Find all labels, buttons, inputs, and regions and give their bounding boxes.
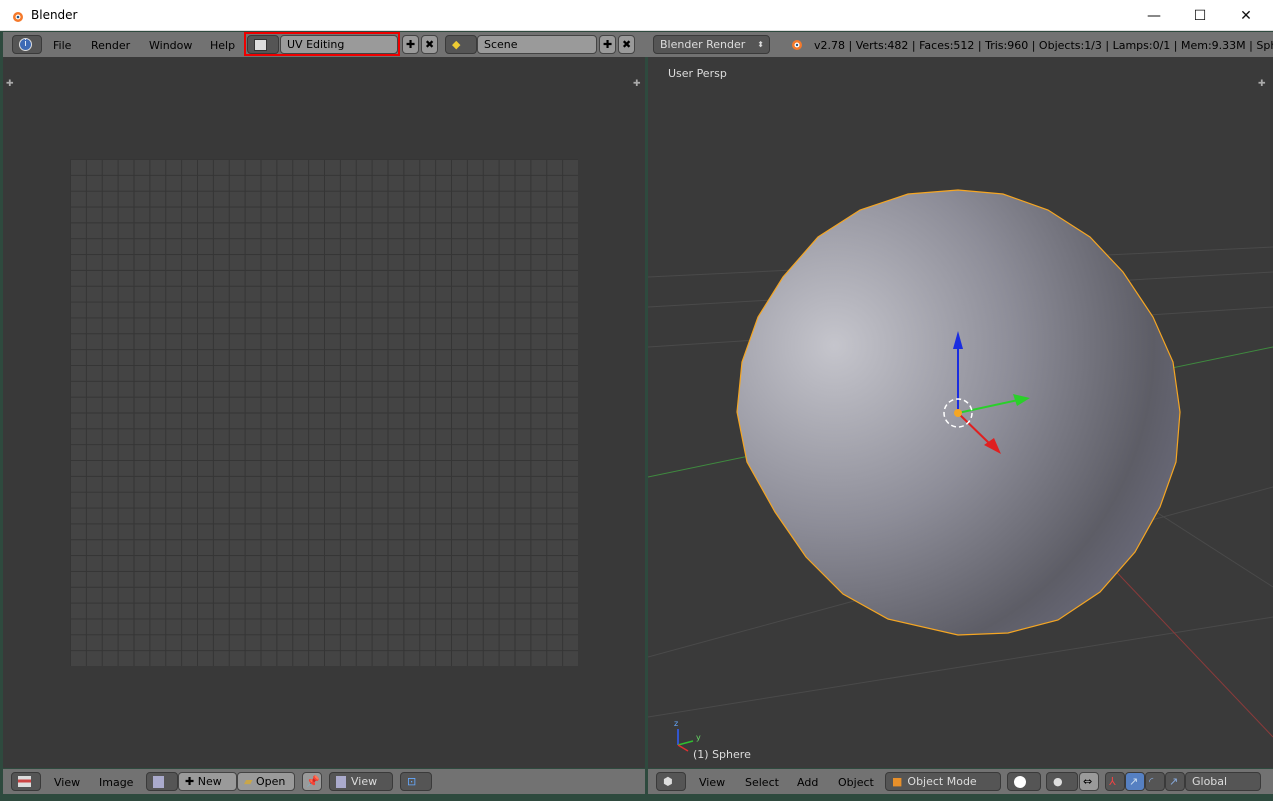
axis-z-label: z [674, 719, 679, 728]
info-icon: i [19, 38, 32, 51]
pivot-dropdown[interactable]: ⊡ [400, 772, 432, 791]
new-image-button[interactable]: ✚ New [178, 772, 237, 791]
rotate-icon: ◜ [1149, 775, 1154, 788]
minimize-button[interactable]: — [1131, 0, 1177, 31]
scale-icon: ↗ [1169, 775, 1179, 788]
pivot-dropdown[interactable]: ● [1046, 772, 1078, 791]
menu-file[interactable]: File [53, 39, 71, 52]
render-engine-label: Blender Render [660, 38, 746, 51]
screen-layout-selector[interactable] [247, 35, 279, 54]
toolbar-expand-icon[interactable]: ✚ [6, 79, 14, 89]
menu-view[interactable]: View [699, 776, 725, 789]
viewport-header: ⬢ View Select Add Object ■ Object Mode ● … [648, 769, 1273, 794]
layout-icon [254, 38, 267, 51]
info-header: i File Render Window Help UV Editing ✚ ✖… [3, 32, 1273, 57]
move-manipulator-button[interactable]: ↗ [1125, 772, 1145, 791]
open-label: Open [255, 775, 286, 788]
scene-statistics: v2.78 | Verts:482 | Faces:512 | Tris:960… [814, 39, 1273, 52]
object-mode-icon: ■ [892, 775, 903, 788]
menu-render[interactable]: Render [91, 39, 130, 52]
delete-scene-button[interactable]: ✖ [618, 35, 635, 54]
axis-y-label: y [696, 733, 701, 742]
3d-viewport[interactable]: z y User Persp (1) Sphere ✚ ✚ [648, 57, 1273, 768]
view-label: User Persp [668, 67, 727, 80]
axes-icon: ⅄ [1109, 775, 1116, 788]
orientation-dropdown[interactable]: Global [1185, 772, 1261, 791]
blender-logo-icon [13, 12, 23, 22]
window-title: Blender [31, 8, 78, 22]
pin-icon: 📌 [306, 775, 320, 788]
image-editor-icon [18, 776, 31, 787]
delete-screen-button[interactable]: ✖ [421, 35, 438, 54]
manipulator-toggle[interactable]: ⇔ [1079, 772, 1099, 791]
menu-object[interactable]: Object [838, 776, 874, 789]
properties-expand-icon[interactable]: ✚ [1258, 79, 1266, 89]
view-mode-label: View [351, 775, 378, 788]
screen-layout-name-field[interactable]: UV Editing [280, 35, 398, 54]
maximize-button[interactable]: ☐ [1177, 0, 1223, 31]
arrow-icon: ↗ [1129, 775, 1139, 788]
menu-view[interactable]: View [54, 776, 80, 789]
uv-image-editor[interactable]: ✚ ✚ [3, 57, 645, 768]
axis-indicator [677, 729, 694, 752]
menu-window[interactable]: Window [149, 39, 192, 52]
rotate-manipulator-button[interactable]: ◜ [1145, 772, 1165, 791]
uv-editor-header: View Image ✚ New ▰ Open 📌 View ⊡ [3, 769, 645, 794]
image-icon [153, 775, 164, 788]
chevron-updown-icon: ⬍ [757, 40, 764, 49]
sidebar-expand-icon[interactable]: ✚ [633, 79, 641, 89]
mode-label: Object Mode [907, 775, 977, 788]
menu-image[interactable]: Image [99, 776, 133, 789]
editor-type-info-button[interactable]: i [12, 35, 42, 54]
menu-select[interactable]: Select [745, 776, 779, 789]
plus-icon: ✚ [185, 775, 198, 788]
scene-selector[interactable]: ◆ [445, 35, 477, 54]
active-object-label: (1) Sphere [693, 748, 751, 761]
title-bar: Blender — ☐ ✕ [0, 0, 1273, 31]
shading-dropdown[interactable] [1007, 772, 1041, 791]
add-screen-button[interactable]: ✚ [402, 35, 419, 54]
open-image-button[interactable]: ▰ Open [237, 772, 295, 791]
cube-icon: ⬢ [663, 775, 673, 788]
menu-add[interactable]: Add [797, 776, 818, 789]
scene-icon: ◆ [452, 38, 461, 51]
translate-manipulator-button[interactable]: ⅄ [1105, 772, 1125, 791]
uv-grid [70, 159, 578, 666]
manipulator-icon: ⇔ [1083, 775, 1093, 788]
image-browse-button[interactable] [146, 772, 178, 791]
image-icon [336, 775, 346, 788]
solid-shading-icon [1014, 775, 1026, 788]
pivot-icon: ⊡ [407, 775, 417, 788]
scale-manipulator-button[interactable]: ↗ [1165, 772, 1185, 791]
scene-name-field[interactable]: Scene [477, 35, 597, 54]
add-scene-button[interactable]: ✚ [599, 35, 616, 54]
blender-logo-icon [792, 40, 802, 50]
menu-help[interactable]: Help [210, 39, 235, 52]
pivot-icon: ● [1053, 775, 1063, 788]
pin-button[interactable]: 📌 [302, 772, 322, 791]
render-engine-dropdown[interactable]: Blender Render ⬍ [653, 35, 770, 54]
editor-type-button[interactable] [11, 772, 41, 791]
view-mode-dropdown[interactable]: View [329, 772, 393, 791]
mode-dropdown[interactable]: ■ Object Mode [885, 772, 1001, 791]
close-button[interactable]: ✕ [1223, 0, 1269, 31]
new-label: New [197, 775, 222, 788]
viewport-scene [648, 189, 1273, 752]
orientation-label: Global [1192, 775, 1228, 788]
editor-type-button[interactable]: ⬢ [656, 772, 686, 791]
folder-icon: ▰ [244, 775, 256, 788]
